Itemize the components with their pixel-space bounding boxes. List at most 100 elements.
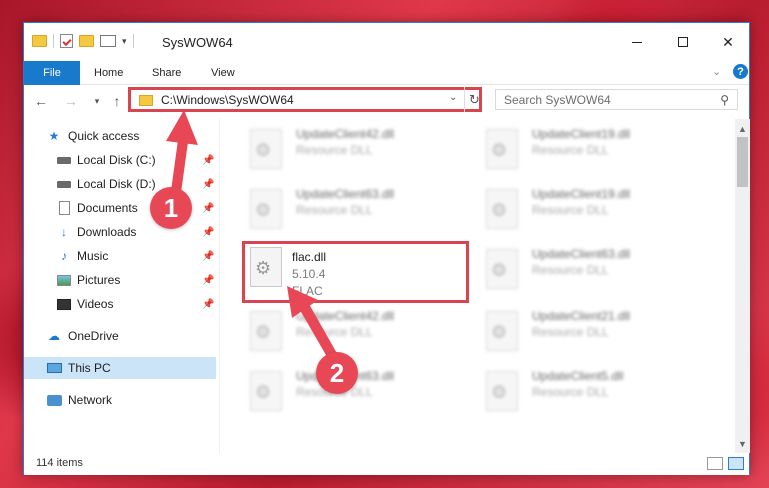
sidebar-item-label: Local Disk (C:): [77, 153, 156, 167]
file-name: UpdateClient19.dll: [532, 187, 631, 201]
item-count: 114 items: [36, 457, 83, 469]
dll-file-icon: [250, 247, 282, 287]
address-path[interactable]: C:\Windows\SysWOW64: [161, 93, 294, 107]
navigation-pane: ★ Quick access Local Disk (C:) 📌 Local D…: [24, 121, 216, 451]
download-icon: ↓: [61, 225, 67, 239]
file-description: FLAC: [292, 284, 323, 298]
sidebar-item-label: Pictures: [77, 273, 121, 287]
file-list: UpdateClient42.dll Resource DLL UpdateCl…: [220, 119, 736, 453]
file-description: Resource DLL: [532, 325, 609, 339]
sidebar-item-label: Local Disk (D:): [77, 177, 156, 191]
file-description: Resource DLL: [532, 143, 609, 157]
minimize-icon: [632, 41, 642, 43]
minimize-button[interactable]: [614, 23, 660, 61]
maximize-icon: [678, 37, 688, 47]
tab-file[interactable]: File: [24, 61, 80, 85]
quick-access-toolbar: ▾: [32, 34, 134, 48]
list-item[interactable]: UpdateClient63.dll Resource DLL: [246, 183, 466, 235]
dll-file-icon: [250, 311, 282, 351]
list-item[interactable]: UpdateClient5.dll Resource DLL: [482, 365, 702, 417]
window-title: SysWOW64: [162, 35, 233, 50]
pin-icon[interactable]: 📌: [202, 275, 214, 286]
list-item[interactable]: UpdateClient63.dll Resource DLL: [482, 243, 702, 295]
sidebar-item-label: Downloads: [77, 225, 137, 239]
view-icon[interactable]: [100, 35, 116, 47]
step-2-badge: 2: [316, 352, 358, 394]
search-icon[interactable]: ⚲: [720, 93, 729, 107]
sidebar-item-quick-access[interactable]: ★ Quick access: [24, 125, 216, 147]
flac-dll-file[interactable]: flac.dll 5.10.4 FLAC: [242, 241, 469, 303]
forward-button[interactable]: →: [62, 92, 80, 110]
pin-icon[interactable]: 📌: [202, 299, 214, 310]
dll-file-icon: [486, 189, 518, 229]
sidebar-item-label: Videos: [77, 297, 114, 311]
sidebar-item-downloads[interactable]: ↓ Downloads 📌: [24, 221, 216, 243]
recent-locations-button[interactable]: ▾: [88, 92, 106, 110]
list-item[interactable]: UpdateClient42.dll Resource DLL: [246, 305, 466, 357]
pin-icon[interactable]: 📌: [202, 203, 214, 214]
tab-view[interactable]: View: [211, 61, 235, 85]
new-folder-icon[interactable]: [79, 35, 94, 47]
sidebar-item-local-disk-d[interactable]: Local Disk (D:) 📌: [24, 173, 216, 195]
star-icon: ★: [48, 129, 60, 143]
dll-file-icon: [250, 189, 282, 229]
sidebar-item-local-disk-c[interactable]: Local Disk (C:) 📌: [24, 149, 216, 171]
list-item[interactable]: UpdateClient19.dll Resource DLL: [482, 183, 702, 235]
properties-icon[interactable]: [60, 34, 73, 48]
sidebar-item-music[interactable]: ♪ Music 📌: [24, 245, 216, 267]
chevron-down-icon[interactable]: ⌄: [449, 92, 457, 103]
maximize-button[interactable]: [660, 23, 706, 61]
explorer-window: ▾ SysWOW64 ✕ File Home Share View ⌄ ? ← …: [23, 22, 750, 475]
details-view-icon[interactable]: [707, 457, 723, 470]
sidebar-item-label: Music: [77, 249, 109, 263]
close-button[interactable]: ✕: [705, 23, 751, 61]
scrollbar-thumb[interactable]: [737, 137, 748, 187]
file-description: Resource DLL: [532, 385, 609, 399]
sidebar-item-network[interactable]: Network: [24, 389, 216, 411]
navigation-bar: ← → ▾ ↑ C:\Windows\SysWOW64 ⌄ ↻ Search S…: [24, 85, 749, 117]
sidebar-item-videos[interactable]: Videos 📌: [24, 293, 216, 315]
file-name: UpdateClient63.dll: [532, 247, 631, 261]
toolbar-separator: [132, 34, 134, 48]
large-icons-view-icon[interactable]: [728, 457, 744, 470]
help-icon[interactable]: ?: [733, 64, 748, 79]
pin-icon[interactable]: 📌: [202, 227, 214, 238]
vertical-scrollbar[interactable]: ▲ ▼: [735, 119, 750, 453]
videos-icon: [56, 297, 72, 311]
back-button[interactable]: ←: [32, 92, 50, 110]
pin-icon[interactable]: 📌: [202, 155, 214, 166]
list-item[interactable]: UpdateClient21.dll Resource DLL: [482, 305, 702, 357]
expand-ribbon-icon[interactable]: ⌄: [712, 65, 721, 78]
sidebar-item-onedrive[interactable]: ☁ OneDrive: [24, 325, 216, 347]
sidebar-item-this-pc[interactable]: This PC: [24, 357, 216, 379]
address-bar[interactable]: C:\Windows\SysWOW64 ⌄ ↻: [128, 87, 482, 112]
computer-icon: [46, 361, 62, 375]
dll-file-icon: [486, 371, 518, 411]
scroll-down-icon[interactable]: ▼: [735, 436, 750, 451]
sidebar-item-pictures[interactable]: Pictures 📌: [24, 269, 216, 291]
network-icon: [46, 393, 62, 407]
tab-home[interactable]: Home: [94, 61, 123, 85]
sidebar-item-label: OneDrive: [68, 329, 119, 343]
tab-share[interactable]: Share: [152, 61, 181, 85]
search-placeholder: Search SysWOW64: [504, 93, 611, 107]
up-button[interactable]: ↑: [108, 92, 126, 110]
chevron-down-icon[interactable]: ▾: [122, 36, 127, 47]
file-name: UpdateClient19.dll: [532, 127, 631, 141]
scroll-up-icon[interactable]: ▲: [735, 121, 750, 136]
music-icon: ♪: [61, 249, 67, 263]
pin-icon[interactable]: 📌: [202, 179, 214, 190]
dll-file-icon: [250, 129, 282, 169]
file-name: flac.dll: [292, 250, 327, 264]
title-bar: ▾ SysWOW64 ✕: [24, 23, 749, 61]
pin-icon[interactable]: 📌: [202, 251, 214, 262]
file-name: UpdateClient42.dll: [296, 309, 395, 323]
list-item[interactable]: UpdateClient19.dll Resource DLL: [482, 123, 702, 175]
dll-file-icon: [250, 371, 282, 411]
cloud-icon: ☁: [48, 329, 60, 343]
search-input[interactable]: Search SysWOW64 ⚲: [495, 89, 738, 110]
drive-icon: [56, 153, 72, 167]
file-name: UpdateClient5.dll: [532, 369, 624, 383]
list-item[interactable]: UpdateClient42.dll Resource DLL: [246, 123, 466, 175]
refresh-button[interactable]: ↻: [464, 87, 484, 112]
